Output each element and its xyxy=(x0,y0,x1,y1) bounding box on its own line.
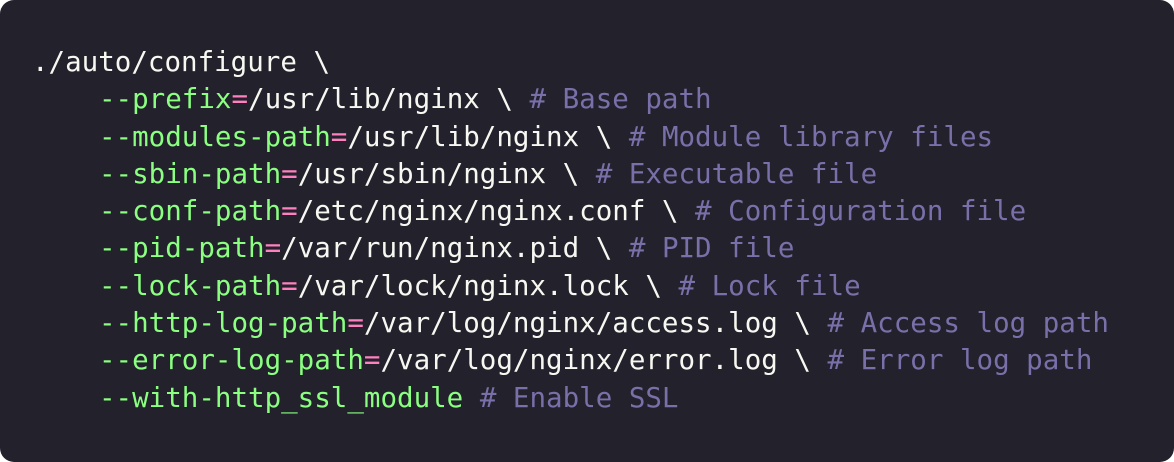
code-block: ./auto/configure \ --prefix=/usr/lib/ngin… xyxy=(32,44,1109,417)
option-value: /usr/lib/nginx \ xyxy=(248,83,530,116)
option-value xyxy=(463,382,480,414)
option-flag: --error-log-path xyxy=(99,344,364,377)
option-flag: --sbin-path xyxy=(99,157,282,190)
code-line-option: --modules-path=/usr/lib/nginx \ # Module… xyxy=(32,119,1109,156)
code-line-option: --conf-path=/etc/nginx/nginx.conf \ # Co… xyxy=(32,193,1109,230)
option-flag: --conf-path xyxy=(99,195,282,228)
option-comment: # Module library files xyxy=(628,120,994,153)
option-comment: # Error log path xyxy=(827,344,1093,377)
code-line-option: --error-log-path=/var/log/nginx/error.lo… xyxy=(32,342,1109,379)
code-line-command: ./auto/configure \ xyxy=(32,44,1109,81)
option-operator: = xyxy=(231,83,249,116)
code-line-option: --lock-path=/var/lock/nginx.lock \ # Loc… xyxy=(32,268,1109,305)
option-value: /var/lock/nginx.lock \ xyxy=(297,269,679,302)
option-comment: # Configuration file xyxy=(695,195,1027,228)
option-comment: # Enable SSL xyxy=(479,381,679,414)
code-line-option: --prefix=/usr/lib/nginx \ # Base path xyxy=(32,81,1109,118)
option-comment: # Lock file xyxy=(678,269,861,302)
option-value: /usr/lib/nginx \ xyxy=(347,120,629,153)
option-value: /usr/sbin/nginx \ xyxy=(297,157,596,190)
option-value: /var/run/nginx.pid \ xyxy=(281,232,629,265)
code-line-option: --pid-path=/var/run/nginx.pid \ # PID fi… xyxy=(32,230,1109,267)
option-operator: = xyxy=(281,269,298,302)
option-flag: --pid-path xyxy=(99,232,265,265)
option-flag: --http-log-path xyxy=(99,307,348,340)
option-comment: # Executable file xyxy=(595,157,878,190)
command-text: ./auto/configure \ xyxy=(32,46,331,78)
option-operator: = xyxy=(330,120,348,153)
option-value: /var/log/nginx/access.log \ xyxy=(363,307,828,340)
code-line-option: --sbin-path=/usr/sbin/nginx \ # Executab… xyxy=(32,156,1109,193)
option-operator: = xyxy=(363,344,381,377)
option-flag: --lock-path xyxy=(99,269,282,302)
code-snippet-card: ./auto/configure \ --prefix=/usr/lib/ngin… xyxy=(0,0,1174,462)
option-value: /var/log/nginx/error.log \ xyxy=(380,344,828,377)
option-operator: = xyxy=(281,157,298,190)
option-comment: # Base path xyxy=(529,83,712,116)
code-line-option: --with-http_ssl_module # Enable SSL xyxy=(32,380,1109,417)
option-comment: # PID file xyxy=(628,232,795,265)
option-value: /etc/nginx/nginx.conf \ xyxy=(297,195,696,228)
option-operator: = xyxy=(281,195,298,228)
option-flag: --modules-path xyxy=(99,120,331,153)
option-comment: # Access log path xyxy=(827,307,1109,340)
option-operator: = xyxy=(264,232,282,265)
option-flag: --with-http_ssl_module xyxy=(99,381,464,414)
option-operator: = xyxy=(347,307,364,340)
code-line-option: --http-log-path=/var/log/nginx/access.lo… xyxy=(32,305,1109,342)
option-flag: --prefix xyxy=(99,83,232,116)
